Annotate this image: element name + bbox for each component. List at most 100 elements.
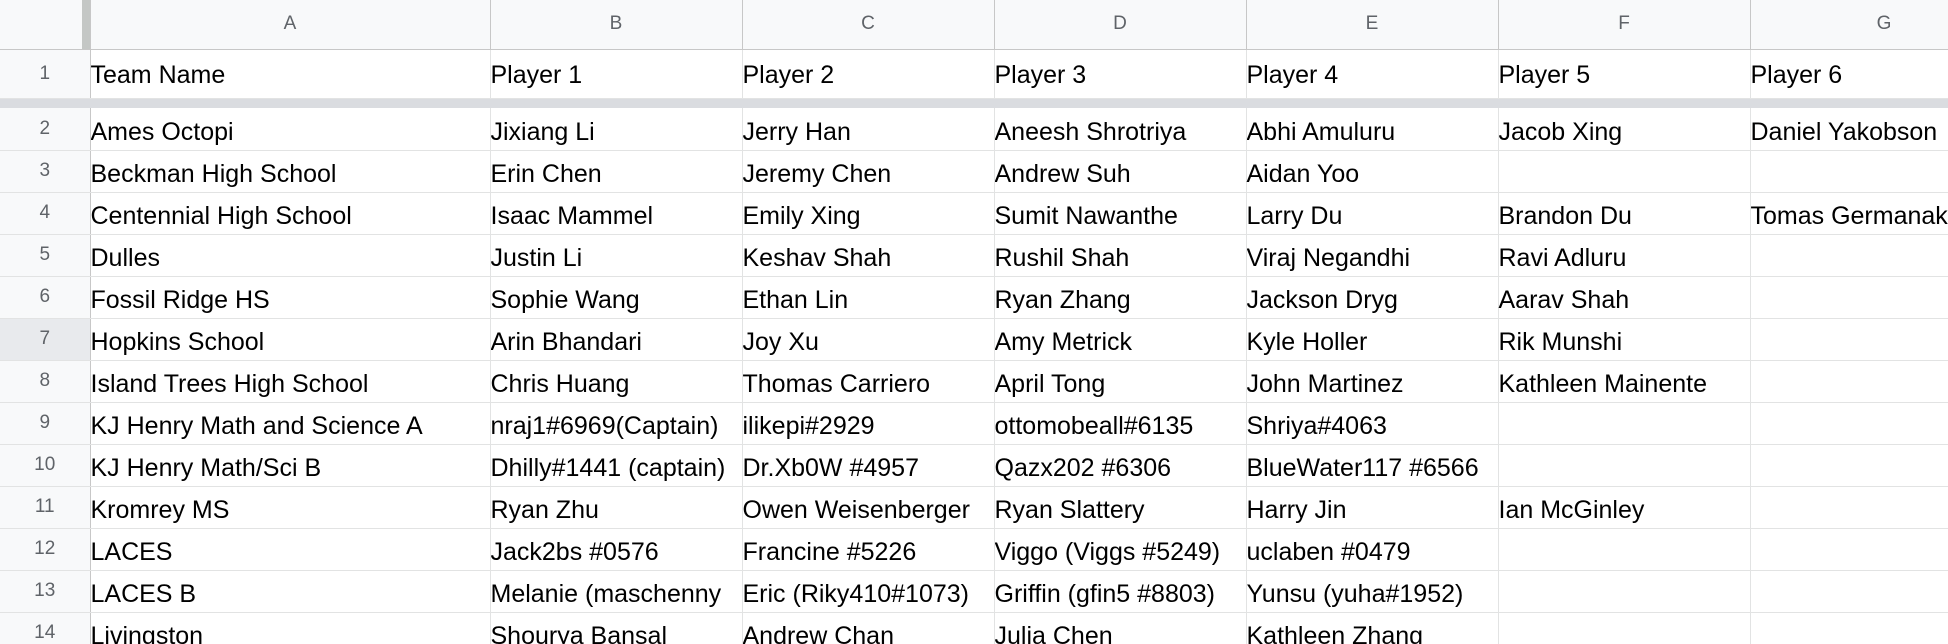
column-header-g[interactable]: G	[1750, 0, 1948, 50]
cell-d12[interactable]: Viggo (Viggs #5249)	[994, 528, 1247, 571]
cell-f4[interactable]: Brandon Du	[1498, 192, 1751, 235]
cell-f9[interactable]	[1498, 402, 1751, 445]
cell-a9[interactable]: KJ Henry Math and Science A	[90, 402, 491, 445]
cell-e2[interactable]: Abhi Amuluru	[1246, 108, 1499, 151]
cell-b14[interactable]: Shourya Bansal	[490, 612, 743, 644]
select-all-corner[interactable]	[0, 0, 91, 50]
cell-g12[interactable]	[1750, 528, 1948, 571]
cell-c10[interactable]: Dr.Xb0W #4957	[742, 444, 995, 487]
cell-f12[interactable]	[1498, 528, 1751, 571]
cell-g5[interactable]	[1750, 234, 1948, 277]
cell-b7[interactable]: Arin Bhandari	[490, 318, 743, 361]
cell-b10[interactable]: Dhilly#1441 (captain)	[490, 444, 743, 487]
cell-a7[interactable]: Hopkins School	[90, 318, 491, 361]
cell-f13[interactable]	[1498, 570, 1751, 613]
cell-a5[interactable]: Dulles	[90, 234, 491, 277]
freeze-divider-bar[interactable]	[90, 98, 1948, 108]
cell-d1[interactable]: Player 3	[994, 49, 1247, 99]
cell-f14[interactable]	[1498, 612, 1751, 644]
cell-g10[interactable]	[1750, 444, 1948, 487]
cell-g9[interactable]	[1750, 402, 1948, 445]
cell-f11[interactable]: Ian McGinley	[1498, 486, 1751, 529]
cell-a3[interactable]: Beckman High School	[90, 150, 491, 193]
cell-g8[interactable]	[1750, 360, 1948, 403]
cell-d10[interactable]: Qazx202 #6306	[994, 444, 1247, 487]
cell-f10[interactable]	[1498, 444, 1751, 487]
row-header-3[interactable]: 3	[0, 150, 91, 193]
row-header-5[interactable]: 5	[0, 234, 91, 277]
cell-e7[interactable]: Kyle Holler	[1246, 318, 1499, 361]
cell-c8[interactable]: Thomas Carriero	[742, 360, 995, 403]
cell-b1[interactable]: Player 1	[490, 49, 743, 99]
cell-b13[interactable]: Melanie (maschenny	[490, 570, 743, 613]
column-header-e[interactable]: E	[1246, 0, 1499, 50]
cell-d7[interactable]: Amy Metrick	[994, 318, 1247, 361]
row-header-14[interactable]: 14	[0, 612, 91, 644]
cell-g13[interactable]	[1750, 570, 1948, 613]
cell-c11[interactable]: Owen Weisenberger	[742, 486, 995, 529]
cell-c14[interactable]: Andrew Chan	[742, 612, 995, 644]
row-header-4[interactable]: 4	[0, 192, 91, 235]
cell-d9[interactable]: ottomobeall#6135	[994, 402, 1247, 445]
row-header-7[interactable]: 7	[0, 318, 91, 361]
cell-b12[interactable]: Jack2bs #0576	[490, 528, 743, 571]
cell-g2[interactable]: Daniel Yakobson	[1750, 108, 1948, 151]
column-header-d[interactable]: D	[994, 0, 1247, 50]
cell-a2[interactable]: Ames Octopi	[90, 108, 491, 151]
cell-a11[interactable]: Kromrey MS	[90, 486, 491, 529]
row-header-10[interactable]: 10	[0, 444, 91, 487]
cell-c4[interactable]: Emily Xing	[742, 192, 995, 235]
cell-e8[interactable]: John Martinez	[1246, 360, 1499, 403]
cell-f6[interactable]: Aarav Shah	[1498, 276, 1751, 319]
cell-f8[interactable]: Kathleen Mainente	[1498, 360, 1751, 403]
cell-b9[interactable]: nraj1#6969(Captain)	[490, 402, 743, 445]
cell-g7[interactable]	[1750, 318, 1948, 361]
cell-c2[interactable]: Jerry Han	[742, 108, 995, 151]
cell-g4[interactable]: Tomas Germanak	[1750, 192, 1948, 235]
cell-c5[interactable]: Keshav Shah	[742, 234, 995, 277]
cell-f2[interactable]: Jacob Xing	[1498, 108, 1751, 151]
cell-d5[interactable]: Rushil Shah	[994, 234, 1247, 277]
row-header-2[interactable]: 2	[0, 108, 91, 151]
cell-g11[interactable]	[1750, 486, 1948, 529]
cell-e4[interactable]: Larry Du	[1246, 192, 1499, 235]
cell-e11[interactable]: Harry Jin	[1246, 486, 1499, 529]
row-header-13[interactable]: 13	[0, 570, 91, 613]
cell-g14[interactable]	[1750, 612, 1948, 644]
column-header-a[interactable]: A	[90, 0, 491, 50]
cell-g6[interactable]	[1750, 276, 1948, 319]
cell-a10[interactable]: KJ Henry Math/Sci B	[90, 444, 491, 487]
cell-e13[interactable]: Yunsu (yuha#1952)	[1246, 570, 1499, 613]
cell-c9[interactable]: ilikepi#2929	[742, 402, 995, 445]
cell-d3[interactable]: Andrew Suh	[994, 150, 1247, 193]
row-header-11[interactable]: 11	[0, 486, 91, 529]
cell-d4[interactable]: Sumit Nawanthe	[994, 192, 1247, 235]
cell-e10[interactable]: BlueWater117 #6566	[1246, 444, 1499, 487]
cell-c1[interactable]: Player 2	[742, 49, 995, 99]
cell-g3[interactable]	[1750, 150, 1948, 193]
cell-f7[interactable]: Rik Munshi	[1498, 318, 1751, 361]
cell-c3[interactable]: Jeremy Chen	[742, 150, 995, 193]
cell-e5[interactable]: Viraj Negandhi	[1246, 234, 1499, 277]
cell-b8[interactable]: Chris Huang	[490, 360, 743, 403]
cell-a4[interactable]: Centennial High School	[90, 192, 491, 235]
row-header-8[interactable]: 8	[0, 360, 91, 403]
cell-d6[interactable]: Ryan Zhang	[994, 276, 1247, 319]
cell-e3[interactable]: Aidan Yoo	[1246, 150, 1499, 193]
cell-a8[interactable]: Island Trees High School	[90, 360, 491, 403]
cell-d8[interactable]: April Tong	[994, 360, 1247, 403]
cell-c12[interactable]: Francine #5226	[742, 528, 995, 571]
cell-b4[interactable]: Isaac Mammel	[490, 192, 743, 235]
cell-e12[interactable]: uclaben #0479	[1246, 528, 1499, 571]
cell-f3[interactable]	[1498, 150, 1751, 193]
cell-c6[interactable]: Ethan Lin	[742, 276, 995, 319]
cell-a12[interactable]: LACES	[90, 528, 491, 571]
cell-e9[interactable]: Shriya#4063	[1246, 402, 1499, 445]
cell-e6[interactable]: Jackson Dryg	[1246, 276, 1499, 319]
cell-d2[interactable]: Aneesh Shrotriya	[994, 108, 1247, 151]
cell-d14[interactable]: Julia Chen	[994, 612, 1247, 644]
column-header-c[interactable]: C	[742, 0, 995, 50]
row-header-6[interactable]: 6	[0, 276, 91, 319]
cell-a13[interactable]: LACES B	[90, 570, 491, 613]
cell-a6[interactable]: Fossil Ridge HS	[90, 276, 491, 319]
